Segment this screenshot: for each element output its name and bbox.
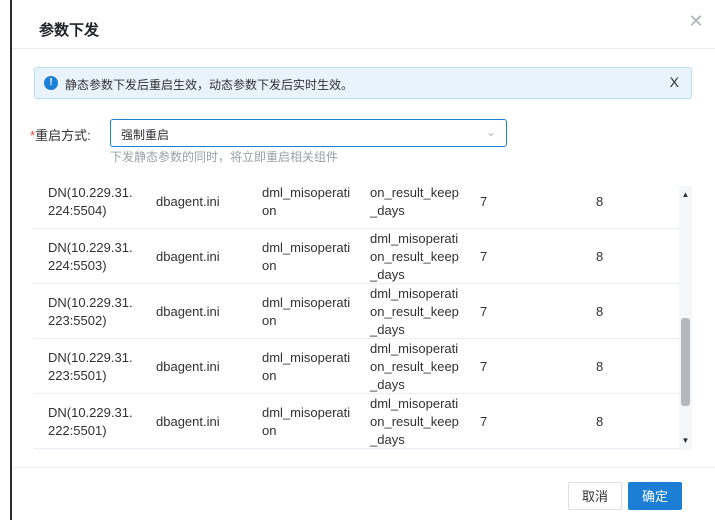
info-icon: !: [44, 76, 58, 90]
alert-message: 静态参数下发后重启生效，动态参数下发后实时生效。: [65, 78, 354, 92]
parameter-table: DN(10.229.31. 224:5504) dbagent.ini dml_mi…: [34, 186, 692, 450]
alert-close-icon[interactable]: X: [670, 74, 679, 90]
table-row: DN(10.229.31. 223:5502) dbagent.ini dml_mi…: [34, 284, 679, 339]
table-cell-parameter: dml_misoperati on_result_keep _days: [370, 231, 459, 282]
table-cell-config-file: dbagent.ini: [156, 249, 220, 264]
table-row: DN(10.229.31. 222:5501) dbagent.ini dml_mi…: [34, 394, 679, 449]
table-cell-config-file: dbagent.ini: [156, 304, 220, 319]
table-cell-instance: DN(10.229.31. 222:5501): [48, 405, 133, 438]
confirm-button[interactable]: 确定: [628, 482, 682, 510]
table-row: dml_misoperati: [34, 449, 679, 450]
table-cell-config-file: dbagent.ini: [156, 359, 220, 374]
table-cell-new-value: 8: [596, 194, 604, 209]
table-cell-instance: DN(10.229.31. 224:5504): [48, 186, 133, 218]
restart-mode-label: *重启方式:: [30, 125, 91, 144]
footer-divider: [12, 467, 715, 468]
table-row: DN(10.229.31. 224:5503) dbagent.ini dml_mi…: [34, 229, 679, 284]
dialog-title: 参数下发: [39, 22, 100, 39]
table-cell-config-file: dbagent.ini: [156, 414, 220, 429]
table-scrollbar[interactable]: ▲ ▼: [679, 186, 692, 450]
scroll-down-icon[interactable]: ▼: [679, 434, 692, 448]
info-alert: ! 静态参数下发后重启生效，动态参数下发后实时生效。 X: [34, 67, 692, 99]
restart-mode-label-text: 重启方式:: [35, 128, 91, 143]
cancel-button[interactable]: 取消: [568, 482, 622, 510]
table-cell-new-value: 8: [596, 304, 604, 319]
table-cell-parameter: on_result_keep _days: [370, 186, 459, 218]
table-body: DN(10.229.31. 224:5504) dbagent.ini dml_mi…: [34, 186, 679, 450]
dialog-header: 参数下发 ✕: [12, 0, 715, 49]
chevron-down-icon: ⌄: [485, 125, 496, 139]
table-cell-current-value: 7: [480, 249, 488, 264]
table-cell-new-value: 8: [596, 359, 604, 374]
table-cell-current-value: 7: [480, 304, 488, 319]
table-row: DN(10.229.31. 224:5504) dbagent.ini dml_mi…: [34, 186, 679, 229]
table-row: DN(10.229.31. 223:5501) dbagent.ini dml_mi…: [34, 339, 679, 394]
table-cell-current-value: 7: [480, 194, 488, 209]
table-cell-module: dml_misoperati on: [262, 405, 351, 438]
table-cell-config-file: dbagent.ini: [156, 194, 220, 209]
table-cell-new-value: 8: [596, 414, 604, 429]
table-cell-current-value: 7: [480, 359, 488, 374]
table-cell-module: dml_misoperati on: [262, 350, 351, 383]
table-cell-instance: DN(10.229.31. 224:5503): [48, 240, 133, 273]
table-cell-module: dml_misoperati on: [262, 295, 351, 328]
table-cell-instance: DN(10.229.31. 223:5501): [48, 350, 133, 383]
table-cell-parameter: dml_misoperati on_result_keep _days: [370, 396, 459, 447]
restart-mode-value: 强制重启: [121, 128, 170, 142]
restart-mode-hint: 下发静态参数的同时，将立即重启相关组件: [110, 150, 339, 164]
background-window-edge: [0, 0, 12, 520]
table-cell-instance: DN(10.229.31. 223:5502): [48, 295, 133, 328]
scrollbar-thumb[interactable]: [681, 318, 690, 406]
table-cell-module: dml_misoperati on: [262, 240, 351, 273]
close-icon[interactable]: ✕: [687, 12, 705, 30]
table-cell-parameter: dml_misoperati on_result_keep _days: [370, 286, 459, 337]
table-cell-current-value: 7: [480, 414, 488, 429]
table-cell-module: dml_misoperati on: [262, 186, 351, 218]
table-cell-parameter: dml_misoperati on_result_keep _days: [370, 341, 459, 392]
scroll-up-icon[interactable]: ▲: [679, 188, 692, 202]
parameter-dispatch-dialog: 参数下发 ✕ ! 静态参数下发后重启生效，动态参数下发后实时生效。 X *重启方…: [12, 0, 715, 520]
restart-mode-select[interactable]: 强制重启 ⌄: [110, 119, 507, 147]
table-cell-new-value: 8: [596, 249, 604, 264]
